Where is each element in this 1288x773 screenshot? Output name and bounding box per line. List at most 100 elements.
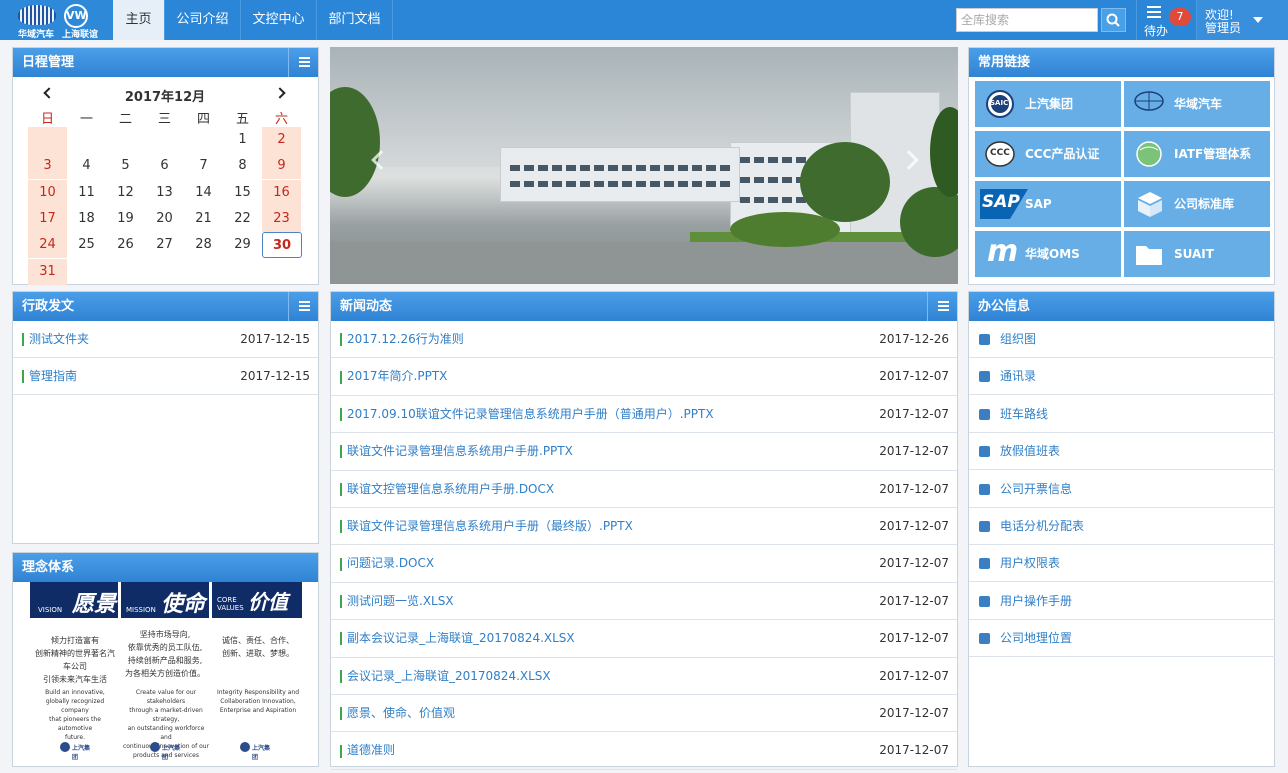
calendar-day-today[interactable]: 30 bbox=[262, 232, 302, 259]
office-item-label[interactable]: 用户权限表 bbox=[1000, 545, 1060, 582]
quick-link-tile[interactable]: SUAIT bbox=[1124, 231, 1270, 277]
nav-home[interactable]: 主页 bbox=[113, 0, 165, 40]
list-item-title[interactable]: 2017年简介.PPTX bbox=[347, 358, 447, 395]
nav-document-center[interactable]: 文控中心 bbox=[241, 0, 317, 40]
office-item[interactable]: 用户操作手册 bbox=[969, 583, 1275, 620]
schedule-menu-button[interactable] bbox=[288, 48, 318, 77]
office-item-label[interactable]: 通讯录 bbox=[1000, 358, 1036, 395]
calendar-day[interactable]: 10 bbox=[28, 179, 67, 206]
list-item-title[interactable]: 管理指南 bbox=[29, 358, 77, 395]
list-item[interactable]: 2017年简介.PPTX 2017-12-07 bbox=[331, 358, 957, 396]
list-item-title[interactable]: 2017.09.10联谊文件记录管理信息系统用户手册（普通用户）.PPTX bbox=[347, 396, 714, 433]
todo-button[interactable]: 7 待办 bbox=[1136, 0, 1195, 40]
calendar-day[interactable]: 23 bbox=[262, 205, 301, 232]
office-item[interactable]: 用户权限表 bbox=[969, 545, 1275, 583]
calendar-day[interactable]: 19 bbox=[106, 206, 145, 232]
quick-link-tile[interactable]: SAP SAP bbox=[975, 181, 1121, 227]
concept-image[interactable]: VISION 愿景 MISSION 使命 CORE VALUES 价值观 倾力打… bbox=[30, 582, 302, 765]
calendar-day[interactable]: 29 bbox=[223, 232, 262, 258]
globe-icon bbox=[979, 633, 990, 645]
user-menu[interactable]: 欢迎! 管理员 bbox=[1196, 0, 1288, 40]
office-item[interactable]: 通讯录 bbox=[969, 358, 1275, 396]
list-item-title[interactable]: 问题记录.DOCX bbox=[347, 545, 434, 582]
list-item[interactable]: 2017.12.26行为准则 2017-12-26 bbox=[331, 321, 957, 359]
list-item[interactable]: 道德准则 2017-12-07 bbox=[331, 732, 957, 770]
list-item-title[interactable]: 2017.12.26行为准则 bbox=[347, 321, 464, 358]
photo-carousel[interactable] bbox=[330, 47, 958, 284]
list-item[interactable]: 测试文件夹 2017-12-15 bbox=[13, 321, 318, 358]
calendar-day[interactable]: 2 bbox=[262, 127, 301, 153]
quick-link-tile[interactable]: 华域汽车 bbox=[1124, 81, 1270, 127]
calendar-day[interactable]: 25 bbox=[67, 232, 106, 258]
calendar-day[interactable]: 12 bbox=[106, 180, 145, 206]
quick-link-tile[interactable]: 公司标准库 bbox=[1124, 181, 1270, 227]
office-item[interactable]: 电话分机分配表 bbox=[969, 508, 1275, 545]
calendar-day[interactable]: 5 bbox=[106, 153, 145, 179]
calendar-day[interactable]: 6 bbox=[145, 153, 184, 179]
calendar-day[interactable]: 15 bbox=[223, 180, 262, 206]
calendar-day[interactable]: 21 bbox=[184, 206, 223, 232]
list-item[interactable]: 联谊文件记录管理信息系统用户手册.PPTX 2017-12-07 bbox=[331, 433, 957, 471]
calendar-day[interactable]: 17 bbox=[28, 205, 67, 232]
quick-link-tile[interactable]: SAIC 上汽集团 bbox=[975, 81, 1121, 127]
office-item-label[interactable]: 用户操作手册 bbox=[1000, 583, 1072, 620]
calendar-day[interactable]: 26 bbox=[106, 232, 145, 258]
list-item[interactable]: 愿景、使命、价值观 2017-12-07 bbox=[331, 695, 957, 733]
company-logo[interactable]: VW 华域汽车 上海联谊 bbox=[0, 0, 113, 40]
office-item-label[interactable]: 组织图 bbox=[1000, 321, 1036, 358]
calendar-day[interactable]: 11 bbox=[67, 180, 106, 206]
calendar-day[interactable]: 3 bbox=[28, 153, 67, 180]
list-item[interactable]: 联谊文控管理信息系统用户手册.DOCX 2017-12-07 bbox=[331, 471, 957, 508]
office-item-label[interactable]: 放假值班表 bbox=[1000, 433, 1060, 470]
calendar-day[interactable]: 13 bbox=[145, 180, 184, 206]
calendar-day[interactable]: 22 bbox=[223, 206, 262, 232]
calendar-day[interactable]: 31 bbox=[28, 258, 67, 285]
calendar-day[interactable]: 16 bbox=[262, 179, 301, 206]
list-item-title[interactable]: 道德准则 bbox=[347, 732, 395, 769]
nav-department-docs[interactable]: 部门文档 bbox=[317, 0, 393, 40]
list-item[interactable]: 会议记录_上海联谊_20170824.XLSX 2017-12-07 bbox=[331, 658, 957, 695]
calendar-day[interactable]: 28 bbox=[184, 232, 223, 258]
list-item-title[interactable]: 联谊文件记录管理信息系统用户手册（最终版）.PPTX bbox=[347, 508, 633, 545]
calendar-day[interactable]: 7 bbox=[184, 153, 223, 179]
list-item-title[interactable]: 测试问题一览.XLSX bbox=[347, 583, 454, 620]
calendar-day[interactable]: 9 bbox=[262, 153, 301, 180]
nav-company-intro[interactable]: 公司介绍 bbox=[165, 0, 241, 40]
list-item[interactable]: 测试问题一览.XLSX 2017-12-07 bbox=[331, 583, 957, 621]
quick-link-tile[interactable]: CCC CCC产品认证 bbox=[975, 131, 1121, 177]
office-item-label[interactable]: 电话分机分配表 bbox=[1000, 508, 1084, 545]
list-item[interactable]: 联谊文件记录管理信息系统用户手册（最终版）.PPTX 2017-12-07 bbox=[331, 508, 957, 546]
list-item-title[interactable]: 测试文件夹 bbox=[29, 321, 89, 358]
list-item[interactable]: 2017.09.10联谊文件记录管理信息系统用户手册（普通用户）.PPTX 201… bbox=[331, 396, 957, 434]
admin-docs-menu-button[interactable] bbox=[288, 292, 318, 321]
calendar-day[interactable]: 24 bbox=[28, 232, 67, 259]
calendar-day[interactable]: 4 bbox=[67, 153, 106, 179]
office-item-label[interactable]: 公司开票信息 bbox=[1000, 471, 1072, 508]
list-item-title[interactable]: 联谊文件记录管理信息系统用户手册.PPTX bbox=[347, 433, 573, 470]
office-item[interactable]: 班车路线 bbox=[969, 396, 1275, 433]
search-input[interactable]: 全库搜索 bbox=[956, 8, 1098, 32]
quick-link-tile[interactable]: m 华域OMS bbox=[975, 231, 1121, 277]
office-item-label[interactable]: 公司地理位置 bbox=[1000, 620, 1072, 657]
calendar-day[interactable]: 27 bbox=[145, 232, 184, 258]
list-item-title[interactable]: 联谊文控管理信息系统用户手册.DOCX bbox=[347, 471, 554, 508]
office-item-label[interactable]: 班车路线 bbox=[1000, 396, 1048, 433]
office-item[interactable]: 公司开票信息 bbox=[969, 471, 1275, 508]
calendar-day[interactable]: 14 bbox=[184, 180, 223, 206]
office-item[interactable]: 放假值班表 bbox=[969, 433, 1275, 471]
office-item[interactable]: 组织图 bbox=[969, 321, 1275, 358]
list-item-title[interactable]: 愿景、使命、价值观 bbox=[347, 695, 455, 732]
calendar-day[interactable]: 18 bbox=[67, 206, 106, 232]
list-item[interactable]: 副本会议记录_上海联谊_20170824.XLSX 2017-12-07 bbox=[331, 620, 957, 658]
search-button[interactable] bbox=[1101, 8, 1126, 32]
list-item[interactable]: 管理指南 2017-12-15 bbox=[13, 358, 318, 395]
list-item-title[interactable]: 副本会议记录_上海联谊_20170824.XLSX bbox=[347, 620, 575, 657]
quick-link-tile[interactable]: IATF管理体系 bbox=[1124, 131, 1270, 177]
office-item[interactable]: 公司地理位置 bbox=[969, 620, 1275, 658]
list-item-title[interactable]: 会议记录_上海联谊_20170824.XLSX bbox=[347, 658, 551, 695]
news-menu-button[interactable] bbox=[927, 292, 957, 321]
list-item[interactable]: 问题记录.DOCX 2017-12-07 bbox=[331, 545, 957, 583]
calendar-day[interactable]: 8 bbox=[223, 153, 262, 179]
calendar-day[interactable]: 20 bbox=[145, 206, 184, 232]
calendar-day[interactable]: 1 bbox=[223, 127, 262, 153]
